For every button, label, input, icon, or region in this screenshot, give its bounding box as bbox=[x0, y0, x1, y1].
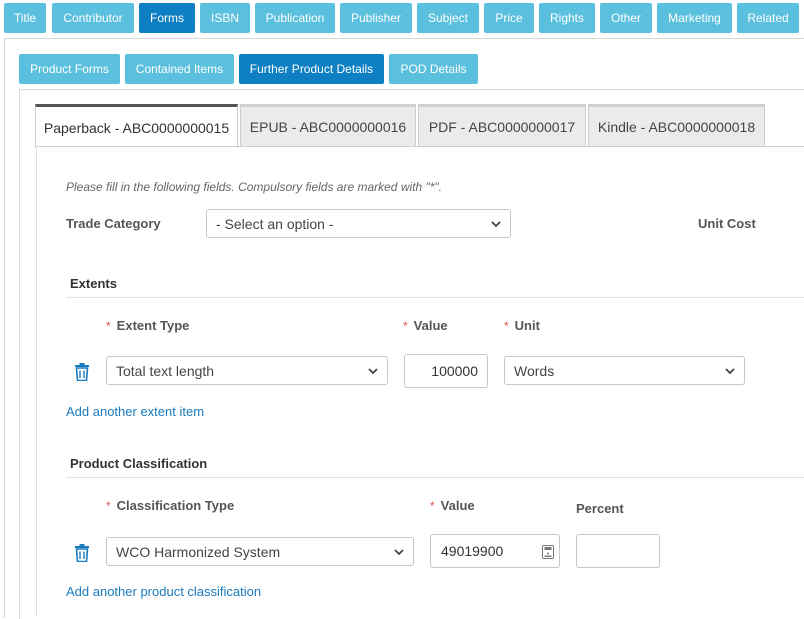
tab-pdf[interactable]: PDF - ABC0000000017 bbox=[418, 104, 586, 147]
extent-type-select[interactable]: Total text length bbox=[106, 356, 388, 385]
trash-icon[interactable] bbox=[74, 363, 90, 381]
classification-heading: Product Classification bbox=[70, 456, 208, 471]
top-navigation: Title Contributor Forms ISBN Publication… bbox=[0, 0, 804, 38]
trash-icon[interactable] bbox=[74, 544, 90, 562]
extent-type-value: Total text length bbox=[116, 362, 215, 379]
classification-type-label-text: Classification Type bbox=[116, 498, 235, 513]
add-extent-link[interactable]: Add another extent item bbox=[66, 404, 204, 419]
nav-rights-button[interactable]: Rights bbox=[539, 3, 595, 33]
classification-value-text: 49019900 bbox=[441, 543, 504, 559]
required-marker: * bbox=[430, 499, 435, 513]
chevron-down-icon bbox=[394, 549, 404, 556]
nav-publication-button[interactable]: Publication bbox=[255, 3, 335, 33]
nav-subject-button[interactable]: Subject bbox=[417, 3, 479, 33]
trade-category-label: Trade Category bbox=[66, 216, 161, 231]
nav-contributor-button[interactable]: Contributor bbox=[52, 3, 134, 33]
classification-percent-label: Percent bbox=[576, 501, 624, 516]
required-marker: * bbox=[504, 319, 509, 333]
classification-value-label: * Value bbox=[430, 498, 475, 513]
classification-divider bbox=[66, 477, 804, 478]
classification-type-select[interactable]: WCO Harmonized System bbox=[106, 537, 414, 566]
extent-type-label-text: Extent Type bbox=[116, 318, 190, 333]
required-marker: * bbox=[106, 319, 111, 333]
extent-type-label: * Extent Type bbox=[106, 318, 189, 333]
add-classification-link[interactable]: Add another product classification bbox=[66, 584, 261, 599]
form-hint: Please fill in the following fields. Com… bbox=[66, 180, 443, 194]
nav-related-button[interactable]: Related bbox=[737, 3, 799, 33]
trade-category-value: - Select an option - bbox=[216, 215, 334, 232]
nav-title-button[interactable]: Title bbox=[4, 3, 46, 33]
classification-value-label-text: Value bbox=[440, 498, 475, 513]
extents-heading: Extents bbox=[70, 276, 117, 291]
classification-type-label: * Classification Type bbox=[106, 498, 234, 513]
required-marker: * bbox=[106, 499, 111, 513]
nav-isbn-button[interactable]: ISBN bbox=[200, 3, 250, 33]
extent-value-label: * Value bbox=[403, 318, 448, 333]
trade-category-select[interactable]: - Select an option - bbox=[206, 209, 511, 238]
tab-kindle[interactable]: Kindle - ABC0000000018 bbox=[588, 104, 765, 147]
extents-divider bbox=[66, 297, 804, 298]
required-marker: * bbox=[403, 319, 408, 333]
unit-cost-label: Unit Cost bbox=[698, 216, 756, 231]
calculator-icon[interactable] bbox=[542, 545, 554, 559]
extent-unit-select[interactable]: Words bbox=[504, 356, 745, 385]
subnav-pod-details-button[interactable]: POD Details bbox=[389, 54, 478, 84]
chevron-down-icon bbox=[368, 368, 378, 375]
nav-publisher-button[interactable]: Publisher bbox=[340, 3, 412, 33]
extent-unit-label: * Unit bbox=[504, 318, 540, 333]
chevron-down-icon bbox=[725, 368, 735, 375]
extent-value-input[interactable]: 100000 bbox=[404, 354, 488, 388]
subnav-contained-items-button[interactable]: Contained Items bbox=[125, 54, 234, 84]
tab-epub[interactable]: EPUB - ABC0000000016 bbox=[240, 104, 416, 147]
tab-paperback[interactable]: Paperback - ABC0000000015 bbox=[35, 104, 238, 148]
nav-forms-button[interactable]: Forms bbox=[139, 3, 195, 33]
subnav-further-product-details-button[interactable]: Further Product Details bbox=[239, 54, 384, 84]
subnav-product-forms-button[interactable]: Product Forms bbox=[19, 54, 120, 84]
nav-other-button[interactable]: Other bbox=[600, 3, 652, 33]
extent-value-label-text: Value bbox=[413, 318, 448, 333]
extent-unit-label-text: Unit bbox=[514, 318, 540, 333]
nav-price-button[interactable]: Price bbox=[484, 3, 534, 33]
classification-value-input[interactable]: 49019900 bbox=[430, 534, 560, 568]
chevron-down-icon bbox=[491, 221, 501, 228]
classification-percent-input[interactable] bbox=[576, 534, 660, 568]
extent-unit-value: Words bbox=[514, 362, 555, 379]
classification-type-value: WCO Harmonized System bbox=[116, 543, 281, 560]
nav-marketing-button[interactable]: Marketing bbox=[657, 3, 732, 33]
